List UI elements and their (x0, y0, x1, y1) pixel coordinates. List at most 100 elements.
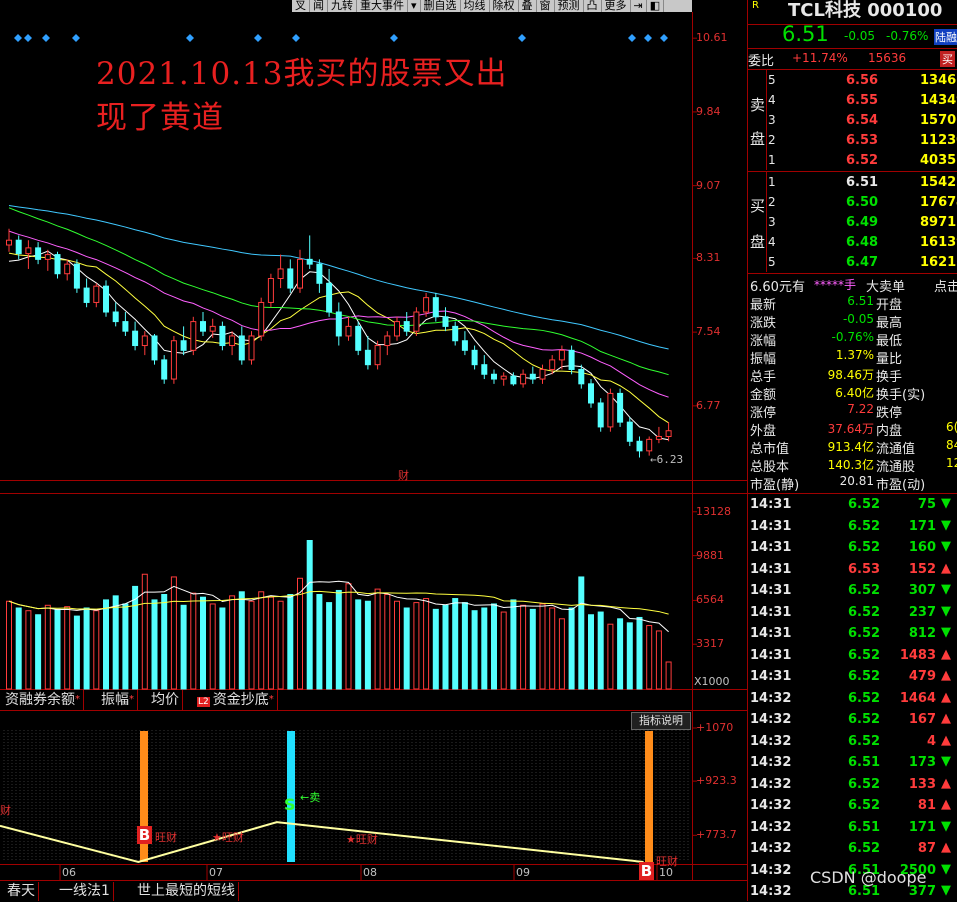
candle-body (219, 325, 226, 347)
candle (170, 335, 177, 384)
stat-value-2: 84 (946, 438, 957, 452)
event-diamond (186, 34, 194, 42)
volume: 8971 (920, 215, 957, 230)
indicator-tabs: 资融券余额* 振幅* 均价 L2 资金抄底* (0, 690, 692, 710)
volume-bar (44, 604, 51, 690)
tick-volume: 307 (908, 583, 936, 598)
indicator-tab-3[interactable]: L2 资金抄底* (194, 690, 278, 710)
bid-row: 3 6.49 8971 (748, 213, 957, 233)
tick-time: 14:31 (750, 561, 792, 577)
candle (520, 369, 527, 388)
big-order-type[interactable]: 大卖单 (866, 276, 905, 295)
quote-panel: R TCL科技 000100 6.51 -0.05 -0.76% 陆融 委比 +… (747, 0, 957, 901)
candle (64, 259, 71, 281)
candle-body (491, 373, 497, 380)
candle-body (588, 383, 594, 404)
indicator-help-button[interactable]: 指标说明 (631, 712, 691, 730)
event-diamond (628, 34, 636, 42)
stat-row: 涨跌 -0.05 最高 (748, 312, 957, 331)
quote-stats: 最新 6.51 开盘 涨跌 -0.05 最高 涨幅 -0.76% 最低 振幅 1.37% 量比 总手 98… (748, 294, 957, 494)
candle (287, 259, 294, 293)
volume-bar (258, 591, 265, 690)
candle-body (636, 440, 643, 452)
indicator-tab-2[interactable]: 均价 (148, 690, 183, 710)
event-diamond (518, 34, 526, 42)
price: 6.55 (846, 93, 879, 108)
tick-volume: 812 (908, 626, 936, 641)
candle-body (607, 392, 614, 428)
volume-bar (6, 600, 12, 690)
volume-bar (491, 603, 497, 690)
tick-time: 14:32 (750, 819, 792, 835)
stat-label: 振幅 (750, 352, 777, 367)
volume-bar (539, 603, 546, 690)
tick-list[interactable]: 14:31 6.52 75 ▼ 14:31 6.52 171 ▼ 14:31 6.52 160 ▼ 14… (748, 494, 957, 901)
wangcai-label-3: ★旺财 (346, 833, 378, 846)
candle-body (132, 330, 139, 347)
indicator-tab-mark: * (75, 694, 80, 705)
stat-label-2: 开盘 (876, 298, 903, 313)
tick-time: 14:31 (750, 583, 792, 598)
candle (364, 335, 371, 370)
candle-body (141, 335, 148, 347)
tick-price: 6.52 (848, 497, 881, 512)
stat-value: 20.81 (839, 474, 874, 488)
price-axis-label: 8.31 (696, 251, 721, 265)
volume-bar (200, 596, 206, 690)
big-order-click[interactable]: 点击 (934, 276, 957, 295)
indicator-tab-1[interactable]: 振幅* (98, 690, 138, 710)
candle-body (413, 311, 420, 332)
candle-body (384, 335, 391, 347)
stat-label: 外盘 (750, 424, 777, 439)
volume-bar (364, 600, 371, 690)
candle (141, 331, 148, 356)
candle (151, 334, 158, 365)
candle (73, 259, 80, 293)
candle-body (568, 349, 575, 370)
volume-bar (355, 599, 362, 690)
candle-body (64, 263, 71, 275)
candle-body (665, 430, 672, 437)
candle (452, 321, 459, 346)
candle-body (161, 359, 168, 380)
volume-bar (229, 595, 236, 690)
bottom-tab-2[interactable]: 世上最短的短线 (134, 882, 239, 901)
stat-label-2: 最低 (876, 334, 903, 349)
cai-marker: 财 (398, 469, 409, 482)
tick-row: 14:32 6.52 4 ▲ (748, 731, 957, 752)
candle-body (15, 239, 22, 255)
candle (180, 326, 187, 356)
level: 2 (768, 133, 776, 147)
volume-bar (35, 614, 42, 690)
down-arrow-icon: ▼ (941, 883, 951, 898)
volume-axis-label: 3317 (696, 637, 724, 651)
big-order-price: 6.60元有 (750, 280, 805, 295)
ask-row: 2 6.53 11230 (748, 131, 957, 151)
buy-tag: 买 (940, 51, 955, 67)
event-diamond (292, 34, 300, 42)
candle (83, 278, 90, 308)
stat-label: 总手 (750, 370, 777, 385)
candle-body (238, 335, 245, 361)
tag-lu: 陆融 (934, 29, 957, 45)
annotation-line-2: 现了黄道 (96, 100, 224, 136)
tick-row: 14:32 6.51 173 ▼ (748, 752, 957, 773)
candle-body (529, 373, 536, 380)
candle (190, 316, 197, 356)
stat-label-2: 最高 (876, 316, 903, 331)
bottom-tab-0[interactable]: 春天 (4, 882, 39, 901)
up-arrow-icon: ▲ (941, 797, 951, 812)
candle (103, 280, 109, 317)
indicator-tab-0[interactable]: 资融券余额* (2, 690, 84, 710)
candle (355, 321, 362, 356)
volume: 15706 (920, 113, 957, 128)
tick-time: 14:31 (750, 518, 792, 534)
stat-value: 1.37% (835, 348, 874, 362)
ask-row: 5 6.56 13466 (748, 71, 957, 91)
tick-volume: 81 (917, 798, 936, 813)
stat-value: -0.76% (831, 330, 874, 344)
stat-value-2: 12 (946, 456, 957, 470)
candle (161, 355, 168, 384)
stat-row: 总股本 140.3亿流通股 12 (748, 456, 957, 475)
bottom-tab-1[interactable]: 一线法1 (56, 882, 114, 901)
